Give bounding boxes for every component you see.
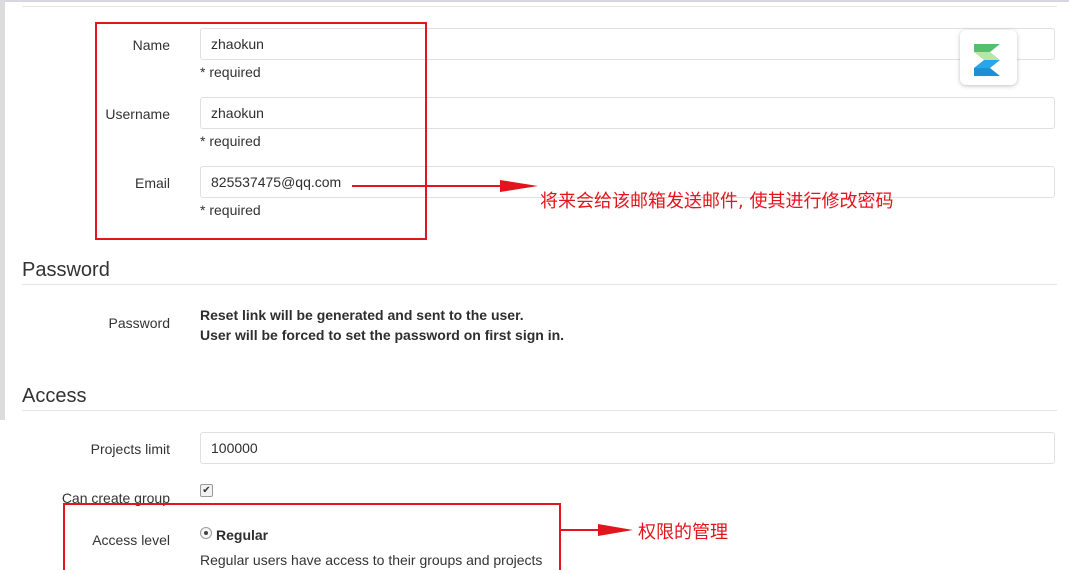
password-section-title: Password <box>22 259 110 281</box>
access-level-highlight-box <box>63 503 561 570</box>
email-annotation-text: 将来会给该邮箱发送邮件, 使其进行修改密码 <box>540 191 894 212</box>
access-annotation-arrow-icon <box>561 524 633 536</box>
access-annotation-text: 权限的管理 <box>638 522 728 543</box>
account-fields-highlight-box <box>95 22 427 240</box>
email-annotation-arrow-icon <box>352 180 538 192</box>
projects-limit-label: Projects limit <box>90 441 170 457</box>
app-logo-icon[interactable] <box>960 30 1017 85</box>
password-first-signin-info: User will be forced to set the password … <box>200 327 565 343</box>
access-section-rule <box>22 410 1057 411</box>
password-label: Password <box>108 315 170 331</box>
password-section-rule <box>22 284 1057 285</box>
top-border <box>0 0 1069 2</box>
projects-limit-input[interactable]: 100000 <box>200 432 1055 464</box>
can-create-group-checkbox[interactable]: ✔ <box>200 484 213 497</box>
password-reset-info: Reset link will be generated and sent to… <box>200 307 524 323</box>
top-divider <box>22 6 1057 7</box>
access-section-title: Access <box>22 385 87 407</box>
